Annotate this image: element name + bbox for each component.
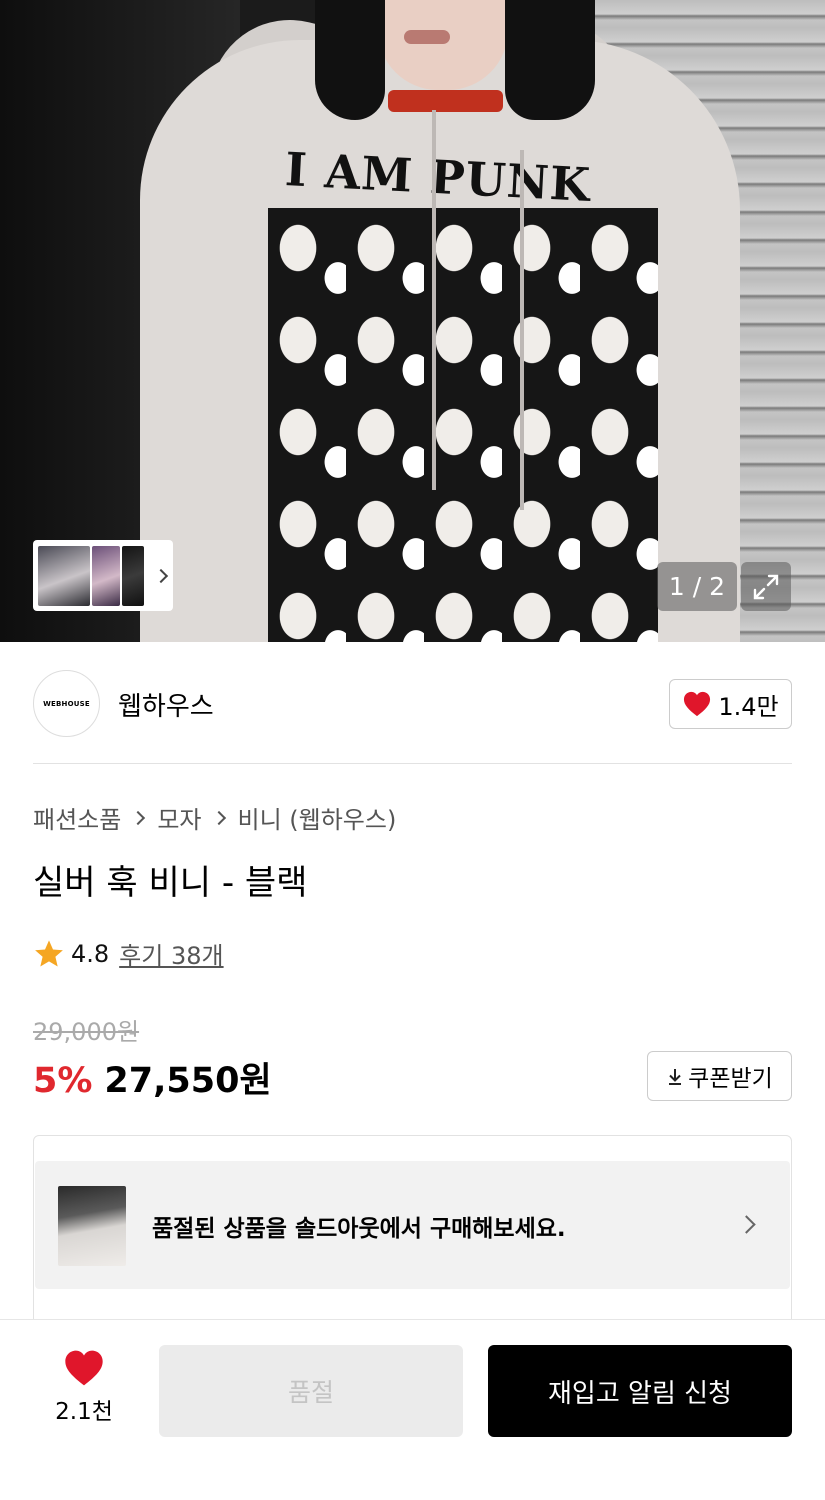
- gallery-thumbnail[interactable]: [92, 545, 120, 606]
- sale-price: 27,550원: [104, 1061, 272, 1101]
- image-model-hair: [505, 0, 595, 120]
- product-title: 실버 훅 비니 - 블랙: [33, 863, 308, 903]
- expand-button[interactable]: [741, 562, 791, 611]
- image-model-hair: [315, 0, 385, 120]
- brand-name[interactable]: 웹하우스: [118, 686, 214, 723]
- breadcrumb-item[interactable]: 모자: [157, 800, 201, 835]
- rating: 4.8 후기 38개: [33, 936, 224, 971]
- brand-logo-text: WEBHOUSE: [43, 699, 90, 708]
- image-choker: [388, 90, 503, 112]
- gallery-counter: 1 / 2: [657, 562, 737, 611]
- brand-logo[interactable]: WEBHOUSE: [33, 670, 100, 737]
- price-row: 5% 27,550원: [33, 1052, 272, 1103]
- heart-icon: [684, 691, 711, 717]
- wish-button[interactable]: 2.1천: [44, 1348, 124, 1428]
- heart-icon: [65, 1350, 103, 1386]
- breadcrumb-item[interactable]: 비니 (웹하우스): [238, 800, 397, 835]
- breadcrumb-item[interactable]: 패션소품: [33, 800, 121, 835]
- soldout-banner-thumbnail: [58, 1186, 126, 1266]
- chevron-right-icon: [211, 810, 226, 825]
- image-drawstring: [432, 110, 436, 490]
- coupon-label: 쿠폰받기: [688, 1066, 773, 1092]
- chevron-right-icon: [131, 810, 146, 825]
- gallery-thumbnail-strip[interactable]: [33, 540, 173, 611]
- chevron-right-icon[interactable]: [153, 568, 169, 583]
- gallery-thumbnail[interactable]: [122, 545, 144, 606]
- breadcrumb: 패션소품 모자 비니 (웹하우스): [33, 800, 396, 835]
- download-icon: [669, 1069, 682, 1085]
- image-drawstring: [520, 150, 524, 510]
- discount-rate: 5%: [33, 1061, 93, 1101]
- gallery-thumbnail[interactable]: [38, 545, 90, 606]
- star-icon: [35, 939, 63, 967]
- restock-alert-button[interactable]: 재입고 알림 신청: [488, 1345, 792, 1437]
- original-price: 29,000원: [33, 1018, 140, 1046]
- rating-score: 4.8: [71, 939, 110, 968]
- soldout-button: 품절: [159, 1345, 463, 1437]
- image-print-graphic: [268, 208, 658, 642]
- coupon-button[interactable]: 쿠폰받기: [647, 1051, 792, 1101]
- soldout-banner-text[interactable]: 품절된 상품을 솔드아웃에서 구매해보세요.: [152, 1209, 566, 1243]
- image-model-lips: [404, 30, 450, 44]
- brand-like-count: 1.4만: [718, 692, 779, 721]
- expand-icon: [753, 574, 779, 599]
- divider: [33, 763, 792, 764]
- reviews-link[interactable]: 후기 38개: [119, 936, 223, 971]
- brand-like-button[interactable]: 1.4만: [669, 679, 792, 729]
- wish-count: 2.1천: [55, 1399, 113, 1425]
